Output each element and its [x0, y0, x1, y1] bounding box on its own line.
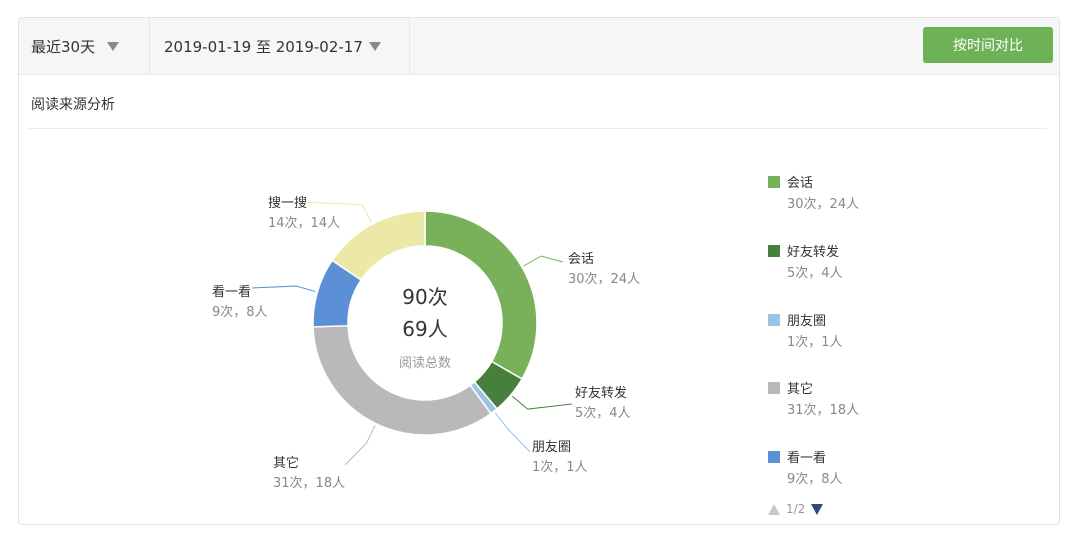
- triangle-up-icon[interactable]: [768, 503, 780, 515]
- leader-line: [344, 425, 376, 466]
- legend-value: 30次，24人: [787, 197, 860, 212]
- legend-pager: 1/2: [768, 502, 824, 516]
- legend-value: 31次，18人: [787, 403, 860, 418]
- center-caption: 阅读总数: [398, 356, 451, 371]
- slice-label-name: 看一看: [212, 285, 252, 300]
- center-total-times: 90次: [402, 285, 448, 309]
- legend-name: 会话: [787, 176, 814, 191]
- legend-swatch: [768, 245, 780, 257]
- slice-label-value: 9次，8人: [212, 305, 268, 320]
- legend-swatch: [768, 176, 780, 188]
- legend-name: 好友转发: [787, 245, 840, 260]
- slice-label-name: 朋友圈: [532, 440, 572, 455]
- slice-label-name: 好友转发: [575, 386, 628, 401]
- legend-value: 5次，4人: [787, 266, 843, 281]
- leader-line: [512, 395, 573, 410]
- slice-label-value: 30次，24人: [568, 272, 641, 287]
- slice-label-name: 其它: [273, 456, 300, 471]
- slice-label-value: 1次，1人: [532, 460, 588, 475]
- legend-swatch: [768, 451, 780, 463]
- legend-swatch: [768, 314, 780, 326]
- donut-slice[interactable]: [312, 324, 492, 436]
- slice-label-value: 5次，4人: [575, 406, 631, 421]
- legend-value: 9次，8人: [787, 472, 843, 487]
- leader-line: [523, 255, 564, 267]
- triangle-down-icon[interactable]: [811, 503, 824, 515]
- leader-line: [251, 285, 316, 293]
- leader-line: [494, 412, 531, 453]
- legend-name: 其它: [787, 382, 814, 397]
- slice-label-value: 31次，18人: [273, 476, 346, 491]
- donut-slice[interactable]: [331, 210, 426, 281]
- legend-name: 看一看: [787, 451, 827, 466]
- slice-label-name: 会话: [568, 252, 595, 267]
- legend-swatch: [768, 382, 780, 394]
- slice-label-name: 搜一搜: [268, 196, 308, 211]
- slice-label-value: 14次，14人: [268, 216, 341, 231]
- center-total-people: 69人: [402, 317, 448, 341]
- legend-page-indicator: 1/2: [786, 502, 806, 516]
- legend-name: 朋友圈: [787, 314, 827, 329]
- legend-value: 1次，1人: [787, 335, 843, 350]
